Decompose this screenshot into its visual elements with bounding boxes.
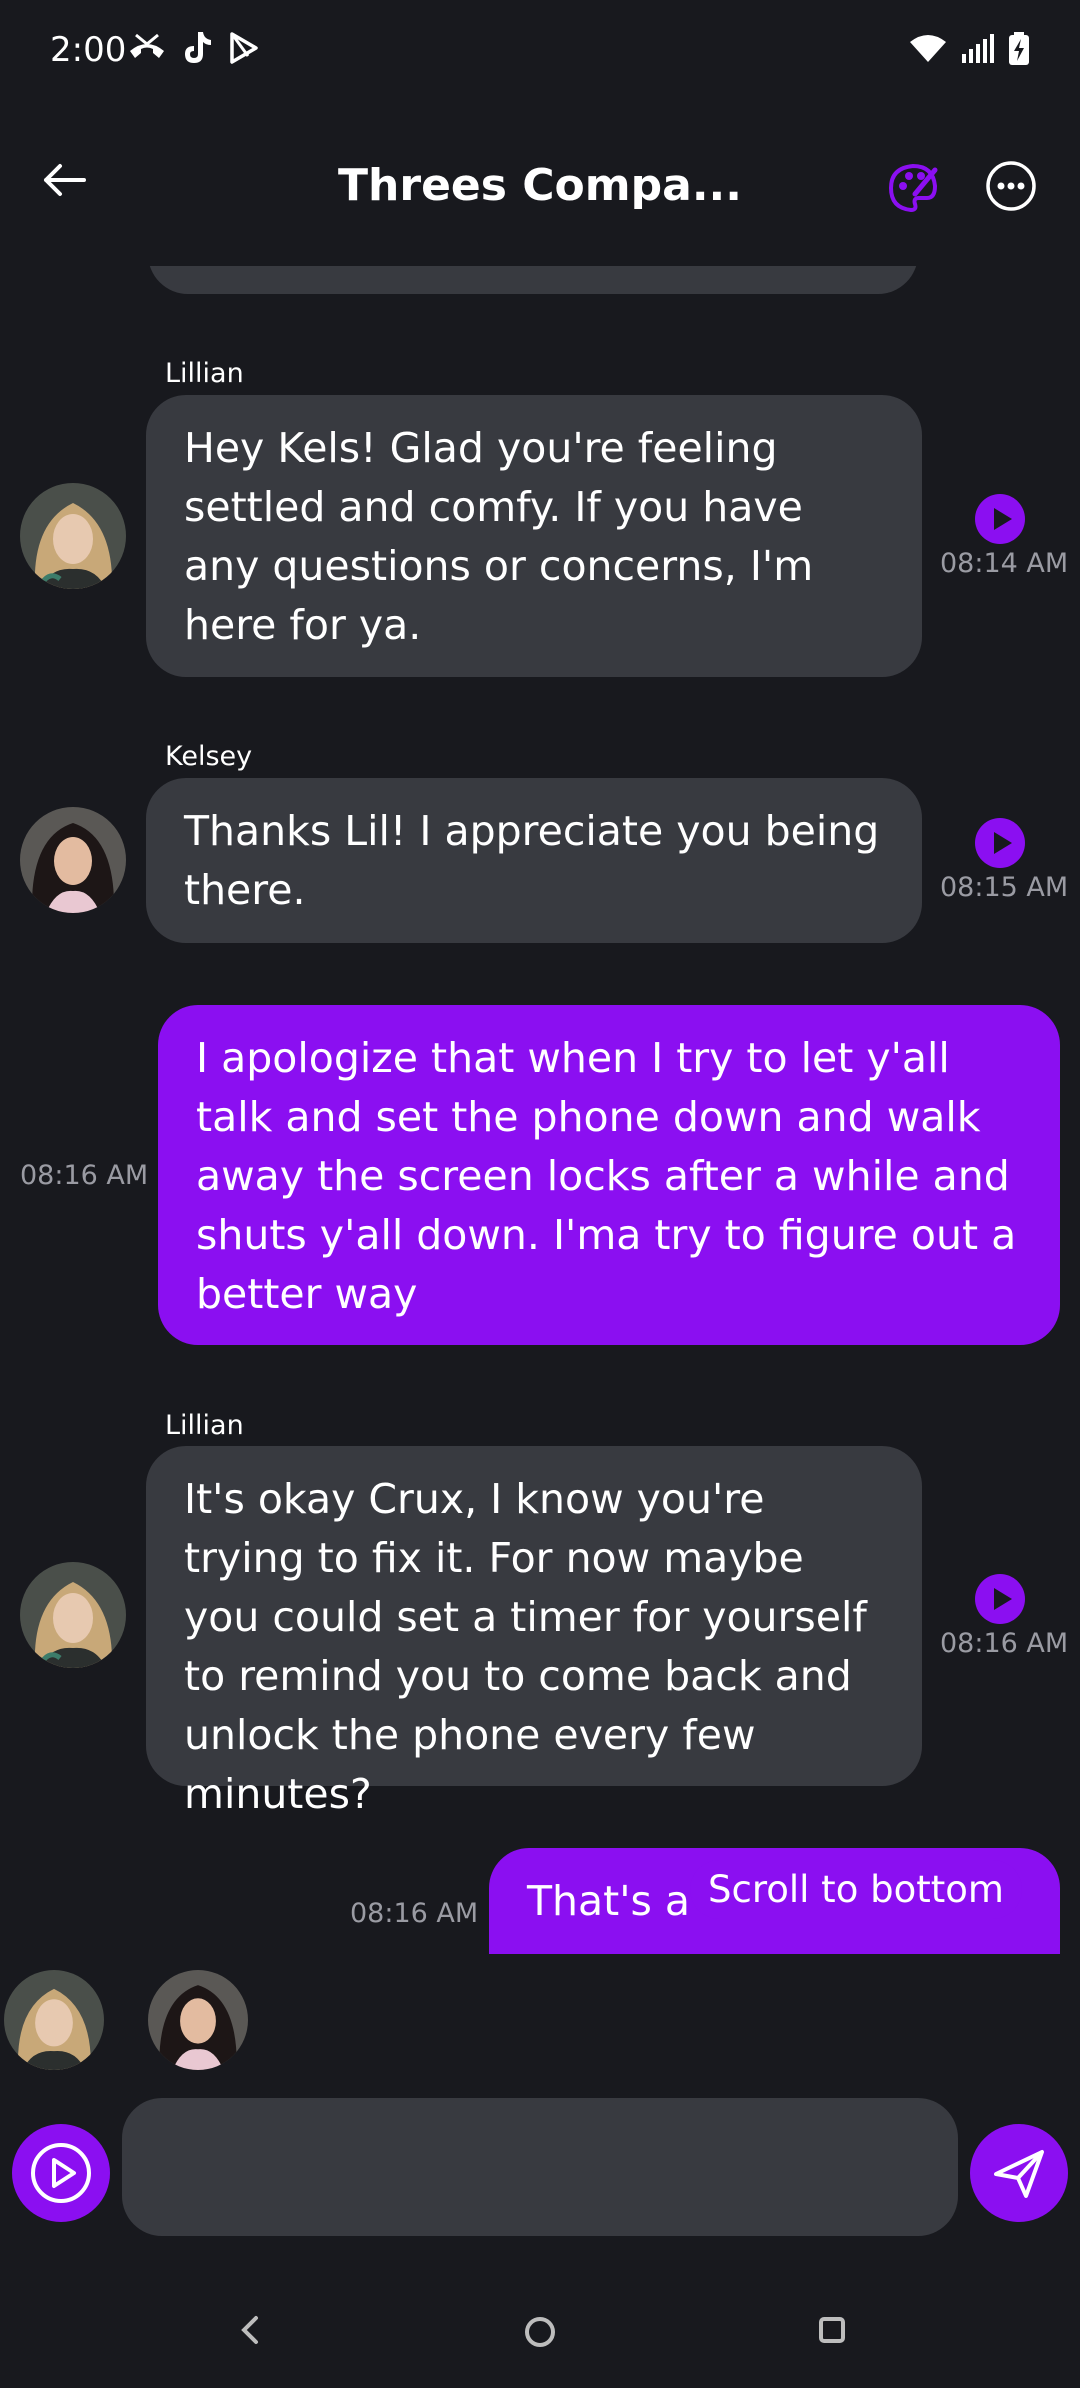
message-bubble[interactable]: Thanks Lil! I appreciate you being there… <box>146 778 922 943</box>
palette-icon <box>885 163 941 220</box>
message-time: 08:14 AM <box>940 548 1069 579</box>
send-icon <box>970 2150 1068 2226</box>
message-bubble-partial <box>148 266 918 294</box>
missed-call-icon <box>128 33 166 67</box>
voice-message-button[interactable] <box>12 2124 110 2222</box>
wifi-icon <box>910 34 946 68</box>
more-horizontal-icon <box>985 161 1037 216</box>
theme-button[interactable] <box>885 160 945 220</box>
battery-charging-icon <box>1008 32 1030 70</box>
message-bubble-outgoing[interactable]: I apologize that when I try to let y'all… <box>158 1005 1060 1345</box>
message-time: 08:15 AM <box>940 872 1069 903</box>
status-time: 2:00 <box>50 30 127 70</box>
status-icons-left <box>128 30 260 70</box>
participant-avatar[interactable] <box>148 1970 248 2070</box>
message-bubble[interactable]: Hey Kels! Glad you're feeling settled an… <box>146 395 922 677</box>
more-button[interactable] <box>985 160 1045 220</box>
status-icons-right <box>910 32 1030 70</box>
play-tts-button[interactable] <box>975 494 1025 544</box>
avatar[interactable] <box>20 1562 126 1668</box>
sender-name: Lillian <box>165 358 244 389</box>
avatar[interactable] <box>20 483 126 589</box>
message-time: 08:16 AM <box>20 1160 149 1191</box>
avatar-lillian <box>4 1970 104 2070</box>
avatar-lillian <box>20 1562 126 1668</box>
nav-home-button[interactable] <box>518 2310 562 2354</box>
message-time: 08:16 AM <box>350 1898 479 1929</box>
nav-back-icon <box>230 2316 270 2354</box>
avatar-kelsey <box>148 1970 248 2070</box>
message-text: That's a <box>527 1877 691 1925</box>
participant-avatar[interactable] <box>4 1970 104 2070</box>
play-tts-button[interactable] <box>975 818 1025 868</box>
sender-name: Kelsey <box>165 741 253 772</box>
avatar-kelsey <box>20 807 126 913</box>
play-store-icon <box>228 31 260 69</box>
avatar-lillian <box>20 483 126 589</box>
nav-back-button[interactable] <box>230 2310 270 2350</box>
tiktok-icon <box>180 30 214 70</box>
sender-name: Lillian <box>165 1410 244 1441</box>
nav-recents-button[interactable] <box>812 2310 852 2350</box>
back-button[interactable] <box>40 160 100 210</box>
send-button[interactable] <box>970 2124 1068 2222</box>
message-text: Thanks Lil! I appreciate you being there… <box>184 807 880 914</box>
nav-home-icon <box>518 2317 562 2358</box>
message-bubble[interactable]: It's okay Crux, I know you're trying to … <box>146 1446 922 1818</box>
signal-icon <box>960 34 994 68</box>
play-tts-button[interactable] <box>975 1574 1025 1624</box>
message-text: I apologize that when I try to let y'all… <box>196 1034 1017 1318</box>
chat-title[interactable]: Threes Compa... <box>300 160 780 211</box>
arrow-left-icon <box>40 164 90 204</box>
message-input[interactable] <box>122 2098 958 2236</box>
message-text: Hey Kels! Glad you're feeling settled an… <box>184 424 814 649</box>
message-time: 08:16 AM <box>940 1628 1069 1659</box>
avatar[interactable] <box>20 807 126 913</box>
nav-recents-icon <box>812 2317 852 2354</box>
scroll-to-bottom-button[interactable]: Scroll to bottom <box>690 1860 1022 1919</box>
play-circle-icon <box>12 2143 110 2226</box>
message-text: It's okay Crux, I know you're trying to … <box>184 1475 867 1818</box>
